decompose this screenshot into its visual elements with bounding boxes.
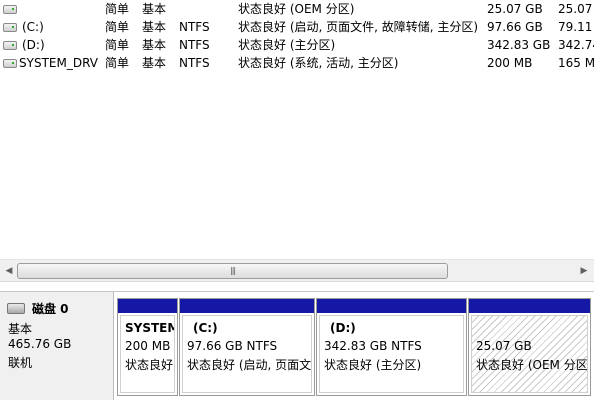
volume-capacity: 200 MB <box>487 56 533 70</box>
hard-disk-icon <box>7 303 25 314</box>
volume-layout: 简单 <box>105 2 130 16</box>
volume-status: 状态良好 (主分区) <box>238 38 336 52</box>
partition-label: (D:) <box>330 321 356 335</box>
drive-icon <box>3 41 17 50</box>
drive-icon <box>3 23 17 32</box>
partition-size: 200 MB <box>125 339 171 353</box>
partition-d[interactable]: (D:) 342.83 GB NTFS 状态良好 (主分区) <box>316 298 467 396</box>
partition-size: 97.66 GB NTFS <box>187 339 278 353</box>
volume-layout: 简单 <box>105 38 130 52</box>
horizontal-scrollbar[interactable]: ◀ ||| ▶ <box>0 259 594 282</box>
volume-type: 基本 <box>142 20 167 34</box>
drive-icon <box>3 5 17 14</box>
scrollbar-thumb[interactable]: ||| <box>17 263 448 279</box>
volume-filesystem: NTFS <box>179 56 210 70</box>
partition-status: 状态良好 (OEM 分区 <box>476 358 588 372</box>
partition-body: SYSTEM 200 MB 状态良好 <box>120 315 175 393</box>
volume-name: (C:) <box>22 20 44 34</box>
partition-status: 状态良好 (主分区) <box>324 358 422 372</box>
partition-size: 25.07 GB <box>476 339 532 353</box>
partition-color-bar <box>118 299 177 313</box>
volume-layout: 简单 <box>105 56 130 70</box>
disk-state: 联机 <box>8 356 33 370</box>
volume-free-space: 165 M <box>558 56 594 70</box>
volume-filesystem: NTFS <box>179 38 210 52</box>
scroll-left-arrow-icon[interactable]: ◀ <box>2 264 16 278</box>
partition-body: (D:) 342.83 GB NTFS 状态良好 (主分区) <box>319 315 464 393</box>
volume-status: 状态良好 (启动, 页面文件, 故障转储, 主分区) <box>238 20 479 34</box>
volume-capacity: 25.07 GB <box>487 2 543 16</box>
scrollbar-grip-icon: ||| <box>230 266 236 275</box>
disk-info-panel[interactable]: 磁盘 0 基本 465.76 GB 联机 <box>0 292 114 400</box>
volume-row-system-drv[interactable]: SYSTEM_DRV 简单 基本 NTFS 状态良好 (系统, 活动, 主分区)… <box>0 54 594 72</box>
volume-status: 状态良好 (系统, 活动, 主分区) <box>238 56 399 70</box>
volume-free-space: 342.74 <box>558 38 594 52</box>
partition-label: SYSTEM <box>125 321 175 335</box>
volume-list: 简单 基本 状态良好 (OEM 分区) 25.07 GB 25.07 (C:) … <box>0 0 594 258</box>
drive-icon <box>3 59 17 68</box>
disk-size: 465.76 GB <box>8 337 72 351</box>
volume-type: 基本 <box>142 56 167 70</box>
partition-oem[interactable]: 25.07 GB 状态良好 (OEM 分区 <box>468 298 591 396</box>
volume-type: 基本 <box>142 38 167 52</box>
scroll-right-arrow-icon[interactable]: ▶ <box>577 264 591 278</box>
partition-system[interactable]: SYSTEM 200 MB 状态良好 <box>117 298 178 396</box>
partition-color-bar <box>317 299 466 313</box>
disk-title: 磁盘 0 <box>32 302 69 316</box>
partition-c[interactable]: (C:) 97.66 GB NTFS 状态良好 (启动, 页面文 <box>179 298 315 396</box>
volume-layout: 简单 <box>105 20 130 34</box>
volume-row-d[interactable]: (D:) 简单 基本 NTFS 状态良好 (主分区) 342.83 GB 342… <box>0 36 594 54</box>
partition-label: (C:) <box>193 321 218 335</box>
partition-status: 状态良好 <box>125 358 174 372</box>
volume-filesystem: NTFS <box>179 20 210 34</box>
volume-row-c[interactable]: (C:) 简单 基本 NTFS 状态良好 (启动, 页面文件, 故障转储, 主分… <box>0 18 594 36</box>
volume-free-space: 25.07 <box>558 2 593 16</box>
volume-name: SYSTEM_DRV <box>19 56 98 70</box>
volume-name: (D:) <box>22 38 45 52</box>
partition-body: (C:) 97.66 GB NTFS 状态良好 (启动, 页面文 <box>182 315 312 393</box>
disk-type: 基本 <box>8 322 33 336</box>
partition-body: 25.07 GB 状态良好 (OEM 分区 <box>471 315 588 393</box>
volume-type: 基本 <box>142 2 167 16</box>
volume-row-oem[interactable]: 简单 基本 状态良好 (OEM 分区) 25.07 GB 25.07 <box>0 0 594 18</box>
partition-color-bar <box>180 299 314 313</box>
volume-status: 状态良好 (OEM 分区) <box>238 2 355 16</box>
volume-capacity: 342.83 GB <box>487 38 551 52</box>
partition-status: 状态良好 (启动, 页面文 <box>187 358 312 372</box>
disk-graphical-view: 磁盘 0 基本 465.76 GB 联机 SYSTEM 200 MB 状态良好 … <box>0 291 594 402</box>
partition-size: 342.83 GB NTFS <box>324 339 422 353</box>
partition-color-bar <box>469 299 590 313</box>
volume-capacity: 97.66 GB <box>487 20 543 34</box>
volume-free-space: 79.11 <box>558 20 593 34</box>
